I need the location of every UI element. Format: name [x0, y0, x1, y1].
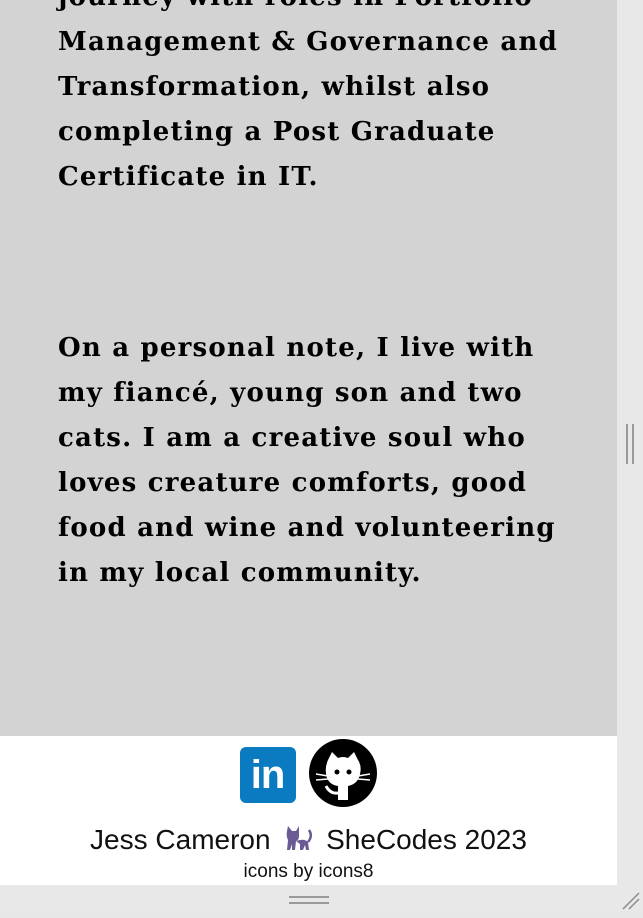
github-link[interactable] — [308, 738, 378, 813]
icons8-credit[interactable]: icons by icons8 — [0, 861, 617, 883]
resize-handle[interactable] — [617, 885, 643, 913]
github-icon[interactable] — [308, 738, 378, 808]
linkedin-icon[interactable]: in — [239, 747, 296, 803]
footer-credit: Jess Cameron SheCodes 2023 — [0, 822, 617, 858]
horizontal-scrollbar[interactable] — [0, 885, 617, 913]
about-section: journey with roles in Portfolio Manageme… — [0, 0, 617, 736]
about-paragraph-personal: On a personal note, I live with my fianc… — [58, 333, 556, 588]
scrollbar-grip-icon[interactable] — [626, 424, 634, 464]
social-icons: in — [0, 738, 617, 813]
footer: in Jess Cameron SheCodes 2023 icons by i… — [0, 736, 617, 885]
page-viewport: journey with roles in Portfolio Manageme… — [0, 0, 617, 885]
credit-org: SheCodes 2023 — [326, 824, 527, 855]
about-paragraph-career: journey with roles in Portfolio Manageme… — [58, 0, 558, 192]
cat-icon — [287, 826, 313, 850]
scrollbar-grip-icon[interactable] — [289, 896, 329, 904]
vertical-scrollbar[interactable] — [617, 0, 643, 885]
credit-name: Jess Cameron — [90, 824, 271, 855]
resize-grip-icon[interactable] — [617, 885, 643, 913]
